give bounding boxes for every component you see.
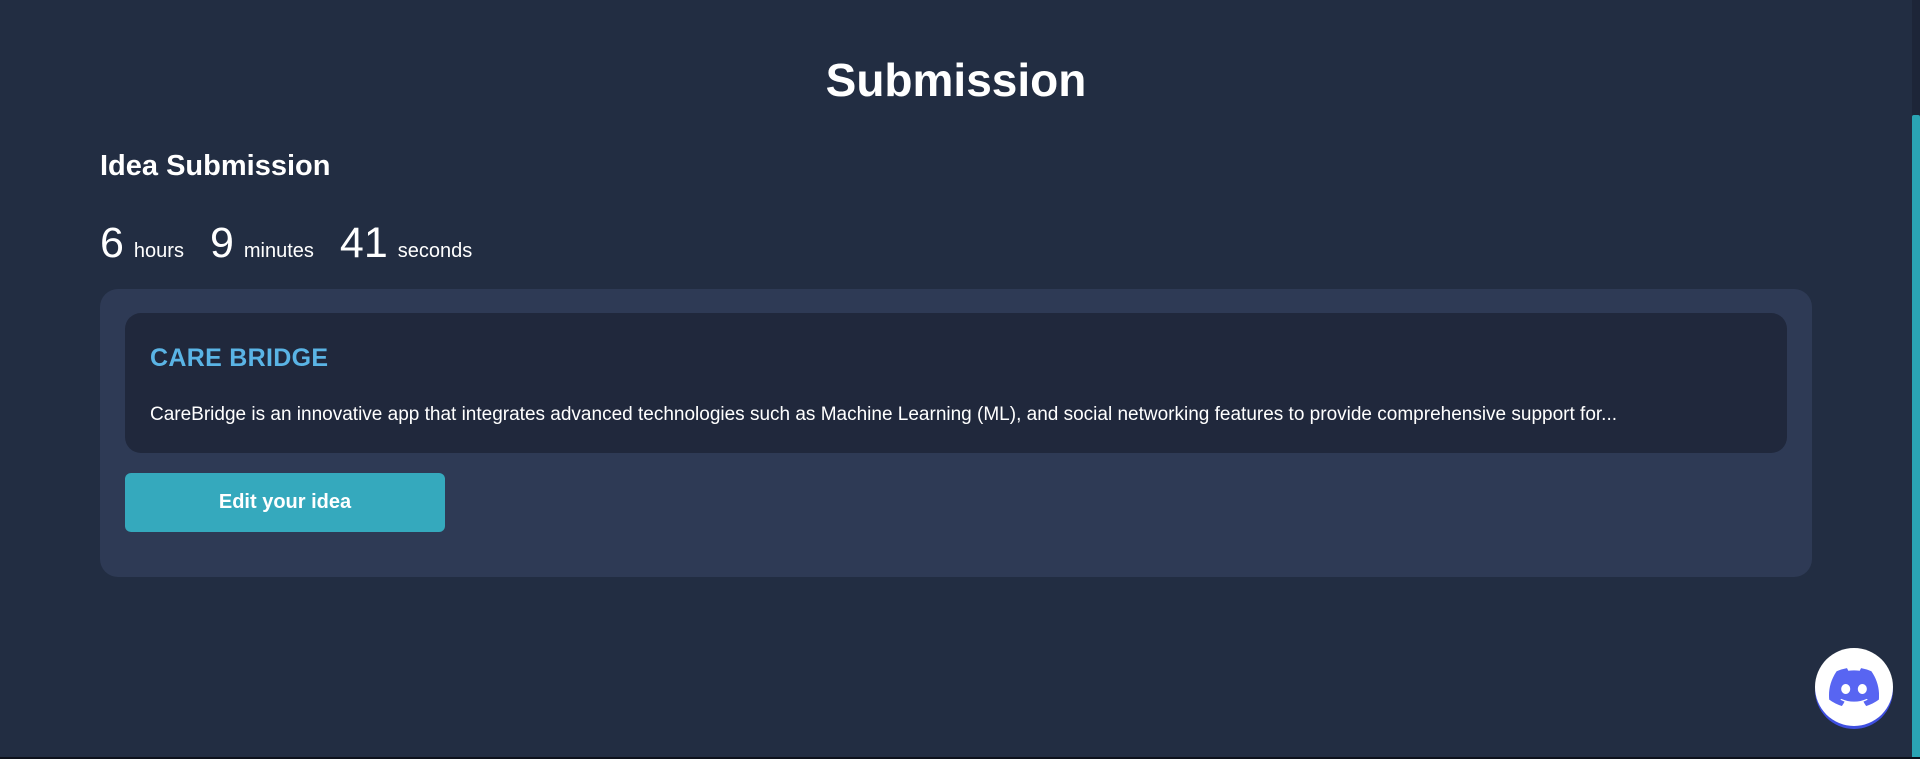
countdown-seconds: 41 seconds [340, 218, 472, 268]
idea-title: CARE BRIDGE [150, 344, 329, 372]
scrollbar-thumb[interactable] [1912, 115, 1920, 759]
seconds-value: 41 [339, 219, 388, 267]
countdown-minutes: 9 minutes [210, 218, 314, 268]
submission-panel: CARE BRIDGE CareBridge is an innovative … [100, 289, 1812, 577]
idea-card: CARE BRIDGE CareBridge is an innovative … [125, 313, 1787, 453]
minutes-value: 9 [209, 219, 234, 267]
countdown-timer: 6 hours 9 minutes 41 seconds [100, 218, 498, 268]
discord-icon [1829, 668, 1879, 706]
edit-idea-button[interactable]: Edit your idea [125, 473, 445, 532]
hours-label: hours [133, 240, 184, 262]
scrollbar[interactable] [1912, 0, 1920, 759]
seconds-label: seconds [397, 240, 473, 262]
discord-button[interactable] [1815, 648, 1893, 726]
hours-value: 6 [100, 219, 124, 267]
countdown-hours: 6 hours [100, 218, 184, 268]
page-title: Submission [825, 54, 1087, 106]
submission-page: Submission Idea Submission 6 hours 9 min… [0, 0, 1920, 759]
minutes-label: minutes [243, 240, 314, 262]
idea-description: CareBridge is an innovative app that int… [150, 404, 1618, 425]
section-title: Idea Submission [100, 150, 331, 182]
